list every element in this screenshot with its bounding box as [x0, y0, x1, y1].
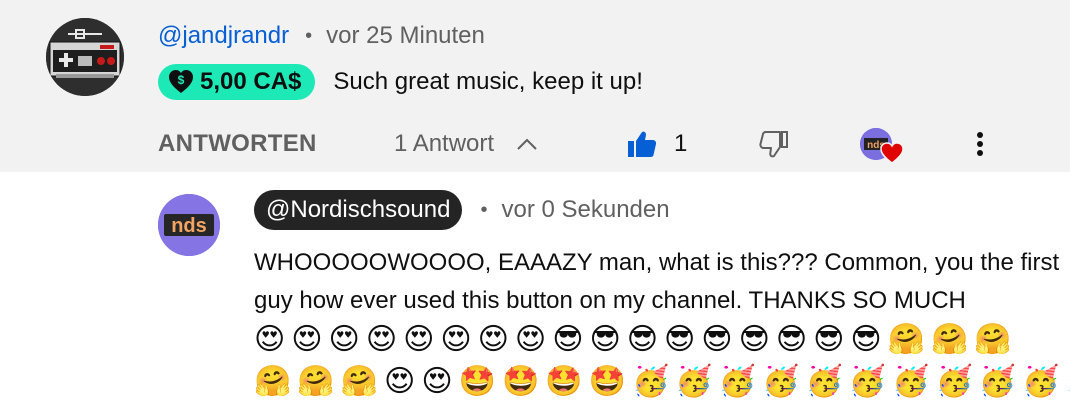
svg-text:$: $ — [178, 73, 185, 87]
comment-timestamp[interactable]: vor 25 Minuten — [326, 22, 485, 50]
reply-header: @Nordischsound • vor 0 Sekunden — [254, 190, 670, 230]
reply-timestamp[interactable]: vor 0 Sekunden — [501, 196, 669, 224]
svg-text:nds: nds — [171, 215, 207, 237]
comment-body: $ 5,00 CA$ Such great music, keep it up! — [158, 64, 643, 100]
creator-heart-icon — [880, 142, 904, 164]
creator-heart-badge[interactable]: nds — [860, 124, 906, 166]
replies-count-label: 1 Antwort — [394, 130, 495, 157]
super-thanks-chip: $ 5,00 CA$ — [158, 64, 316, 100]
like-count: 1 — [674, 130, 688, 157]
reply-button[interactable]: ANTWORTEN — [158, 130, 317, 158]
reply-text: WHOOOOOWOOOO, EAAAZY man, what is this??… — [254, 249, 1060, 314]
nds-logo-icon: nds — [158, 194, 220, 256]
more-vert-icon — [977, 132, 983, 156]
comment-thread: @jandjrandr • vor 25 Minuten $ 5,00 CA$ … — [0, 0, 1070, 172]
super-thanks-heart-icon: $ — [169, 70, 193, 93]
separator-dot: • — [480, 198, 488, 221]
reply-author-avatar[interactable]: nds — [158, 194, 220, 256]
comment-header: @jandjrandr • vor 25 Minuten — [158, 20, 485, 52]
author-avatar[interactable] — [46, 18, 124, 96]
like-button[interactable] — [626, 128, 658, 165]
replies-toggle-button[interactable]: 1 Antwort — [394, 130, 538, 158]
separator-dot: • — [305, 24, 313, 47]
thumbs-down-icon — [759, 131, 788, 158]
thumbs-up-icon — [628, 131, 657, 157]
nes-controller-icon — [46, 18, 124, 96]
chevron-up-icon — [517, 138, 537, 150]
reply-author-channel-owner-chip[interactable]: @Nordischsound — [254, 190, 463, 230]
more-actions-button[interactable] — [968, 128, 992, 165]
comment-author[interactable]: @jandjrandr — [158, 22, 289, 50]
dislike-button[interactable] — [758, 128, 790, 165]
reply-emoji-line: 😍😍😍😍😍😍😍😍😎😎😎😎😎😎😎😎😎🤗🤗🤗 — [254, 322, 1018, 357]
super-thanks-amount: 5,00 CA$ — [200, 68, 302, 95]
reply-emoji-line: 🤗🤗🤗😍😍🤩🤩🤩🤩🥳🥳🥳🥳🥳🥳🥳🥳🥳🥳🥳 — [254, 364, 1070, 399]
comment-action-bar: ANTWORTEN 1 Antwort 1 nds — [158, 124, 1038, 164]
comment-text: Such great music, keep it up! — [333, 68, 643, 95]
